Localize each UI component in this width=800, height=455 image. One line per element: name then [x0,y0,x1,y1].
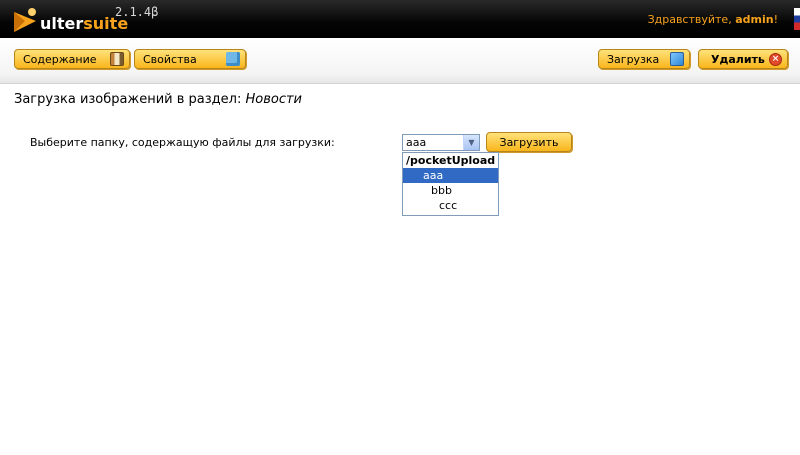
upload-button-label: Загрузка [607,52,660,66]
delete-button-label: Удалить [711,52,765,66]
dropdown-option-aaa[interactable]: aaa [403,168,498,183]
image-upload-icon [670,52,684,66]
language-flag-icon[interactable] [794,8,800,30]
section-name: Новости [245,92,302,107]
folder-select-value: aaa [406,136,427,149]
upload-submit-button[interactable]: Загрузить [486,132,572,152]
content-button[interactable]: Содержание [14,49,130,69]
folder-select[interactable]: aaa ▼ [402,134,480,151]
user-greeting: Здравствуйте, admin! [648,13,778,26]
logo-icon [14,8,36,32]
page-title-prefix: Загрузка изображений в раздел: [14,92,246,107]
username-link[interactable]: admin [735,13,773,26]
top-header: ultersuite 2.1.4β Здравствуйте, admin! [0,0,800,38]
folder-select-label: Выберите папку, содержащую файлы для заг… [30,136,335,149]
book-icon [110,52,124,66]
chevron-down-icon[interactable]: ▼ [463,135,479,150]
dropdown-option-ccc[interactable]: ccc [403,198,498,213]
greeting-suffix: ! [773,13,778,26]
delete-button[interactable]: Удалить × [698,49,788,69]
upload-submit-label: Загрузить [499,135,559,149]
content-button-label: Содержание [23,52,97,66]
puzzle-icon [226,52,240,66]
upload-button[interactable]: Загрузка [598,49,690,69]
properties-button[interactable]: Свойства [134,49,246,69]
logo-text-primary: ulter [40,14,84,33]
close-circle-icon: × [769,53,782,66]
greeting-text: Здравствуйте, [647,13,736,26]
dropdown-option-root[interactable]: /pocketUpload [403,153,498,168]
properties-button-label: Свойства [143,52,197,66]
folder-dropdown-list: /pocketUpload aaa bbb ccc [402,152,499,216]
version-label: 2.1.4β [115,5,159,19]
toolbar: Содержание Свойства Загрузка Удалить × [0,39,800,84]
page-title: Загрузка изображений в раздел: Новости [14,92,302,107]
dropdown-option-bbb[interactable]: bbb [403,183,498,198]
